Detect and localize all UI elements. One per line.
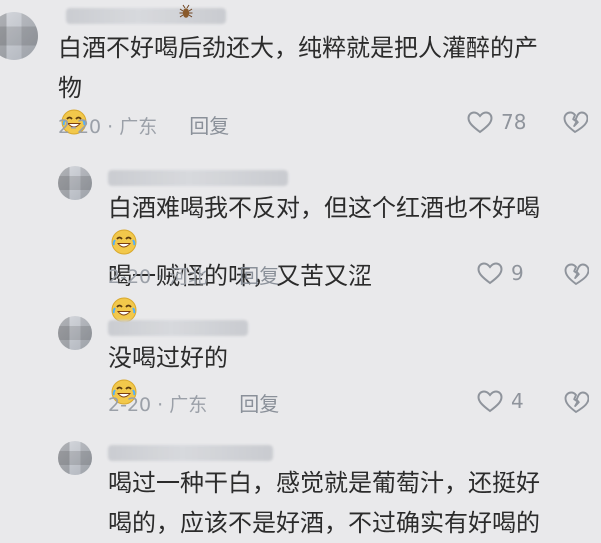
comment-text-line: 没喝过好的 [108, 344, 228, 372]
comment-text-line: 白酒难喝我不反对，但这个红酒也不好喝 [108, 194, 540, 222]
username-blurred [108, 170, 288, 186]
comment-meta: 2-20 · 河北 回复 [108, 260, 279, 289]
avatar[interactable] [58, 316, 92, 350]
like-button[interactable]: 78 [466, 110, 526, 134]
comment-date-location: 2-20 · 河北 [108, 266, 208, 288]
heart-outline-icon [477, 262, 503, 285]
comment-meta: 2-20 · 广东 回复 [108, 388, 279, 417]
like-count: 78 [501, 110, 527, 134]
comment-date-location: 2-20 · 广东 [58, 116, 158, 138]
comment-date-location: 2-20 · 广东 [108, 394, 208, 416]
reply-button[interactable]: 回复 [239, 392, 279, 416]
username-blurred [66, 8, 226, 24]
heart-outline-icon [477, 390, 503, 413]
like-button[interactable]: 9 [476, 261, 524, 285]
cockroach-icon [179, 4, 193, 18]
username-blurred [108, 445, 273, 461]
comment-text-line: 白酒不好喝后劲还大，纯粹就是把人灌醉的产 [58, 34, 538, 62]
comment-2: 白酒难喝我不反对，但这个红酒也不好喝 喝一贼怪的味，又苦又涩 2-20 · 河北… [0, 150, 601, 323]
comment-meta: 2-20 · 广东 回复 [58, 110, 229, 139]
broken-heart-icon[interactable] [562, 110, 588, 134]
avatar[interactable] [58, 166, 92, 200]
comment-1: 白酒不好喝后劲还大，纯粹就是把人灌醉的产 物 2-20 · 广东 回复 78 [0, 0, 601, 150]
like-button[interactable]: 4 [476, 389, 524, 413]
heart-outline-icon [467, 111, 493, 134]
avatar[interactable] [58, 441, 92, 475]
reply-button[interactable]: 回复 [239, 264, 279, 288]
avatar[interactable] [0, 12, 38, 60]
like-count: 4 [511, 389, 524, 413]
like-count: 9 [511, 261, 524, 285]
broken-heart-icon[interactable] [563, 262, 589, 286]
comment-4: 喝过一种干白，感觉就是葡萄汁，还挺好 喝的，应该不是好酒，不过确实有好喝的 [0, 425, 601, 538]
laughing-with-tears-emoji-icon [111, 229, 137, 255]
comment-text-line: 物 [58, 74, 82, 102]
username-blurred [108, 320, 248, 336]
broken-heart-icon[interactable] [563, 390, 589, 414]
reply-button[interactable]: 回复 [189, 114, 229, 138]
comment-text-line: 喝的，应该不是好酒，不过确实有好喝的 [108, 509, 540, 537]
comment-text-line: 喝过一种干白，感觉就是葡萄汁，还挺好 [108, 469, 540, 497]
comment-3: 没喝过好的 2-20 · 广东 回复 4 [0, 300, 601, 425]
comment-text: 喝过一种干白，感觉就是葡萄汁，还挺好 喝的，应该不是好酒，不过确实有好喝的 [108, 463, 540, 543]
